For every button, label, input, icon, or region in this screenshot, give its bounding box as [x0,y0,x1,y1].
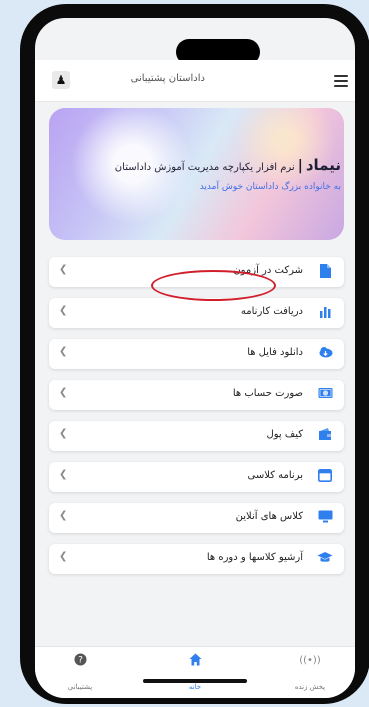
home-indicator[interactable] [143,679,247,683]
nav-support-label: پشتیبانی [67,683,93,691]
nav-home[interactable]: خانه [165,653,225,691]
wallet-icon [317,428,333,444]
nav-home-label: خانه [188,683,202,691]
bill-icon [317,387,333,403]
home-icon [165,653,225,669]
phone-side-button-top [20,112,25,148]
banner-tagline: نرم افزار یکپارچه مدیریت آموزش داداستان [114,162,295,173]
support-title: داداستان پشتیبانی [130,73,205,84]
chevron-left-icon: ❮ [59,428,68,439]
menu-item-label: دریافت کارنامه [240,306,303,317]
menu-item-report-card[interactable]: دریافت کارنامه ❮ [49,298,344,328]
menu-item-bills[interactable]: صورت حساب ها ❮ [49,380,344,410]
menu-item-archive[interactable]: آرشیو کلاسها و دوره ها ❮ [49,544,344,574]
document-icon [317,264,333,280]
menu-item-download-files[interactable]: دانلود فایل ها ❮ [49,339,344,369]
chevron-left-icon: ❮ [59,510,68,521]
chevron-left-icon: ❮ [59,264,68,275]
highlight-annotation-ellipse [151,270,276,301]
menu-item-wallet[interactable]: کیف پول ❮ [49,421,344,451]
menu-item-class-schedule[interactable]: برنامه کلاسی ❮ [49,462,344,492]
user-icon[interactable]: ♟ [52,71,70,89]
bottom-navigation: ? پشتیبانی خانه ((•)) پخش زنده [35,646,355,698]
menu-item-label: کلاس های آنلاین [235,511,303,522]
menu-item-online-classes[interactable]: کلاس های آنلاین ❮ [49,503,344,533]
svg-text:?: ? [78,656,83,666]
nav-support[interactable]: ? پشتیبانی [50,653,110,691]
menu-item-label: آرشیو کلاسها و دوره ها [206,552,303,563]
banner-title: نیماد|نرم افزار یکپارچه مدیریت آموزش داد… [61,156,341,174]
phone-screen: داداستان پشتیبانی ♟ نیماد|نرم افزار یکپا… [35,18,355,698]
menu-item-label: کیف پول [266,429,303,440]
chevron-left-icon: ❮ [59,346,68,357]
chevron-left-icon: ❮ [59,469,68,480]
bar-chart-icon [317,305,333,321]
monitor-icon [317,510,333,526]
broadcast-icon: ((•)) [299,655,321,666]
menu-item-label: صورت حساب ها [232,388,303,399]
phone-side-button-bottom [20,170,25,206]
chevron-left-icon: ❮ [59,551,68,562]
top-bar: داداستان پشتیبانی ♟ [35,60,355,102]
brand-name: نیماد [305,156,341,174]
calendar-icon [317,469,333,485]
menu-item-label: برنامه کلاسی [247,470,303,481]
graduation-cap-icon [317,551,333,567]
phone-power-button [365,268,369,320]
chevron-left-icon: ❮ [59,387,68,398]
banner-welcome-text: به خانواده بزرگ داداستان خوش آمدید [199,182,341,192]
title-separator: | [297,158,303,174]
hamburger-menu-icon[interactable] [334,75,348,87]
cloud-download-icon [317,346,333,362]
menu-item-label: دانلود فایل ها [247,347,303,358]
nav-live[interactable]: ((•)) پخش زنده [280,653,340,691]
nav-live-label: پخش زنده [294,683,326,691]
welcome-banner: نیماد|نرم افزار یکپارچه مدیریت آموزش داد… [49,108,344,240]
chevron-left-icon: ❮ [59,305,68,316]
help-circle-icon: ? [50,653,110,669]
